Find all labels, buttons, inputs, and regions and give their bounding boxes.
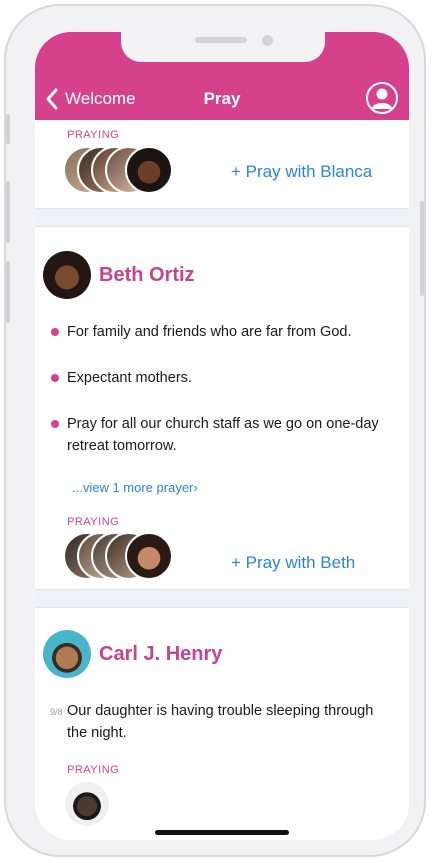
front-camera [262,35,273,46]
device-notch [121,32,325,62]
person-header[interactable]: Carl J. Henry [35,630,222,678]
profile-button[interactable] [366,82,398,114]
request-text: Our daughter is having trouble sleeping … [67,703,374,741]
prayer-request: Pray for all our church staff as we go o… [35,413,409,457]
avatar [63,780,111,828]
praying-avatars[interactable] [63,146,183,196]
prayer-request: 9/8 Our daughter is having trouble sleep… [35,700,409,744]
request-date: 9/8 [50,707,63,717]
avatar [43,630,91,678]
person-name: Carl J. Henry [99,642,223,665]
phone-frame: Welcome Pray PRAYING + Pray with Blanca … [4,4,426,857]
prayer-card: Carl J. Henry 9/8 Our daughter is having… [35,608,409,840]
praying-avatars[interactable] [63,780,123,830]
prayer-card: PRAYING + Pray with Blanca [35,120,409,208]
view-more-link[interactable]: ...view 1 more prayer› [72,480,198,495]
bullet-dot [51,420,59,428]
speaker-grille [195,37,247,43]
praying-label: PRAYING [67,129,120,141]
home-indicator[interactable] [155,830,289,835]
page-title: Pray [203,89,241,108]
request-text: Pray for all our church staff as we go o… [67,416,379,454]
request-text: For family and friends who are far from … [67,324,352,340]
prayer-feed: PRAYING + Pray with Blanca Beth Ortiz Fo… [35,120,409,840]
prayer-card: Beth Ortiz For family and friends who ar… [35,227,409,589]
app-screen: Welcome Pray PRAYING + Pray with Blanca … [35,32,409,840]
bullet-dot [51,374,59,382]
praying-label: PRAYING [67,764,120,776]
request-text: Expectant mothers. [67,370,192,386]
praying-avatars[interactable] [63,532,183,582]
mute-switch [6,114,10,144]
person-name: Beth Ortiz [99,263,195,286]
volume-up-button [6,181,10,243]
nav-header: Welcome Pray [35,32,409,120]
pray-with-button[interactable]: + Pray with Blanca [231,162,372,182]
praying-label: PRAYING [67,516,120,528]
person-header[interactable]: Beth Ortiz [35,251,195,299]
section-divider [35,208,409,227]
prayer-request: Expectant mothers. [35,367,409,389]
avatar [43,251,91,299]
avatar [125,146,173,194]
pray-with-button[interactable]: + Pray with Beth [231,553,355,573]
section-divider [35,589,409,608]
power-button [420,201,424,296]
user-icon [372,88,392,109]
bullet-dot [51,328,59,336]
prayer-request: For family and friends who are far from … [35,321,409,343]
volume-down-button [6,261,10,323]
avatar [125,532,173,580]
